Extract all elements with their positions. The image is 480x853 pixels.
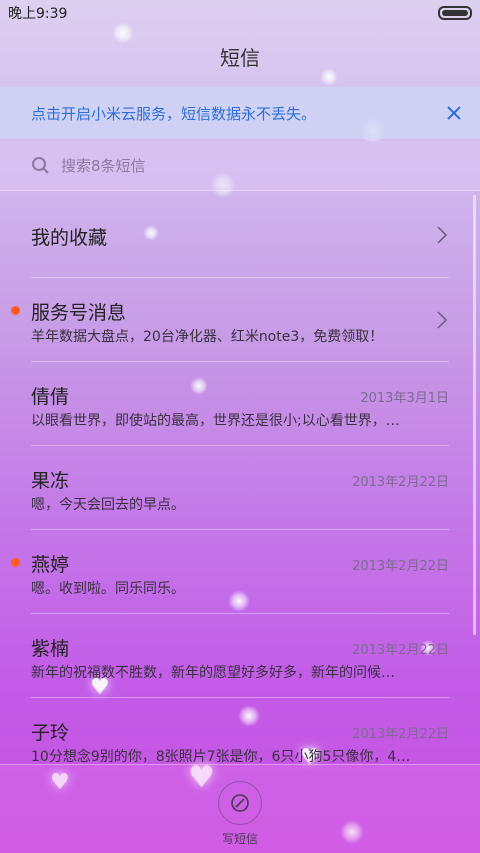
conversation-row[interactable]: 果冻 2013年2月22日 嗯，今天会回去的早点。 [31, 446, 449, 530]
chevron-right-icon [437, 311, 448, 329]
contact-name: 子玲 [31, 722, 70, 744]
message-date: 2013年2月22日 [352, 559, 449, 574]
message-preview: 以眼看世界，即使站的最高，世界还是很小;以心看世界，… [31, 413, 400, 429]
message-preview: 嗯。收到啦。同乐同乐。 [31, 581, 185, 597]
message-preview: 新年的祝福数不胜数，新年的愿望好多好多，新年的问候… [31, 665, 395, 681]
message-date: 2013年2月22日 [352, 475, 449, 490]
conversation-row[interactable]: 紫楠 2013年2月22日 新年的祝福数不胜数，新年的愿望好多好多，新年的问候… [31, 614, 449, 698]
close-icon[interactable] [444, 103, 464, 123]
compose-icon[interactable] [218, 781, 262, 825]
unread-dot [11, 558, 20, 567]
conversation-list: 我的收藏 服务号消息 羊年数据大盘点，20台净化器、红米note3，免费领取！ … [0, 193, 480, 782]
message-preview: 羊年数据大盘点，20台净化器、红米note3，免费领取！ [31, 329, 384, 345]
favorites-row[interactable]: 我的收藏 [31, 193, 449, 278]
compose-button[interactable]: 写短信 [218, 781, 262, 847]
contact-name: 紫楠 [31, 638, 70, 660]
contact-name: 服务号消息 [31, 302, 127, 324]
message-date: 2013年2月22日 [352, 643, 449, 658]
unread-dot [11, 306, 20, 315]
status-time: 晚上9:39 [8, 6, 68, 22]
status-bar: 晚上9:39 [0, 0, 480, 26]
message-preview: 10分想念9别的你，8张照片7张是你，6只小狗5只像你，4… [31, 749, 411, 765]
conversation-row[interactable]: 倩倩 2013年3月1日 以眼看世界，即使站的最高，世界还是很小;以心看世界，… [31, 362, 449, 446]
compose-label: 写短信 [221, 832, 258, 846]
banner-text[interactable]: 点击开启小米云服务，短信数据永不丢失。 [31, 103, 444, 124]
contact-name: 燕婷 [31, 554, 70, 576]
bottom-toolbar: 写短信 [0, 764, 480, 853]
conversation-row[interactable]: 燕婷 2013年2月22日 嗯。收到啦。同乐同乐。 [11, 530, 449, 614]
conversation-row[interactable]: 服务号消息 羊年数据大盘点，20台净化器、红米note3，免费领取！ [11, 278, 449, 362]
message-date: 2013年2月22日 [352, 727, 449, 742]
cloud-service-banner[interactable]: 点击开启小米云服务，短信数据永不丢失。 [0, 87, 480, 139]
message-date: 2013年3月1日 [360, 391, 449, 406]
battery-icon [438, 6, 472, 20]
page-title: 短信 [220, 46, 260, 70]
search-icon [31, 156, 51, 176]
favorites-label: 我的收藏 [31, 227, 108, 249]
contact-name: 倩倩 [31, 386, 70, 408]
search-bar[interactable] [0, 141, 480, 191]
chevron-right-icon [437, 226, 448, 244]
search-input[interactable] [59, 155, 363, 176]
contact-name: 果冻 [31, 470, 70, 492]
message-preview: 嗯，今天会回去的早点。 [31, 497, 185, 513]
